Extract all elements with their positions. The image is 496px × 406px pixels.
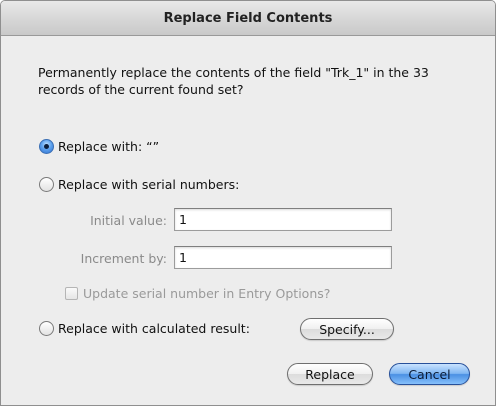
replace-button[interactable]: Replace bbox=[287, 363, 373, 385]
increment-by-label: Increment by: bbox=[80, 251, 167, 266]
increment-by-field[interactable]: 1 bbox=[174, 246, 392, 269]
initial-value-label: Initial value: bbox=[90, 213, 167, 228]
radio-calculated-result[interactable] bbox=[39, 321, 54, 336]
radio-serial-numbers[interactable] bbox=[39, 177, 54, 192]
radio-calculated-result-label: Replace with calculated result: bbox=[58, 321, 250, 336]
update-serial-option[interactable]: Update serial number in Entry Options? bbox=[65, 286, 330, 301]
dialog-title-bar: Replace Field Contents bbox=[1, 1, 495, 36]
option-replace-with[interactable]: Replace with: “” bbox=[39, 139, 159, 154]
dialog-message: Permanently replace the contents of the … bbox=[38, 65, 429, 97]
radio-serial-numbers-label: Replace with serial numbers: bbox=[58, 177, 240, 192]
radio-replace-with[interactable] bbox=[39, 139, 54, 154]
dialog-title: Replace Field Contents bbox=[163, 10, 333, 26]
replace-field-contents-dialog: Replace Field Contents Permanently repla… bbox=[0, 0, 496, 406]
update-serial-checkbox[interactable] bbox=[65, 287, 78, 300]
cancel-button[interactable]: Cancel bbox=[389, 363, 470, 385]
update-serial-checkbox-label: Update serial number in Entry Options? bbox=[83, 286, 331, 301]
option-serial-numbers[interactable]: Replace with serial numbers: bbox=[39, 177, 239, 192]
radio-replace-with-label: Replace with: “” bbox=[58, 139, 160, 154]
specify-button[interactable]: Specify... bbox=[300, 318, 394, 340]
initial-value-field[interactable]: 1 bbox=[174, 208, 392, 231]
option-calculated-result[interactable]: Replace with calculated result: bbox=[39, 321, 250, 336]
dialog-content: Permanently replace the contents of the … bbox=[1, 36, 495, 405]
